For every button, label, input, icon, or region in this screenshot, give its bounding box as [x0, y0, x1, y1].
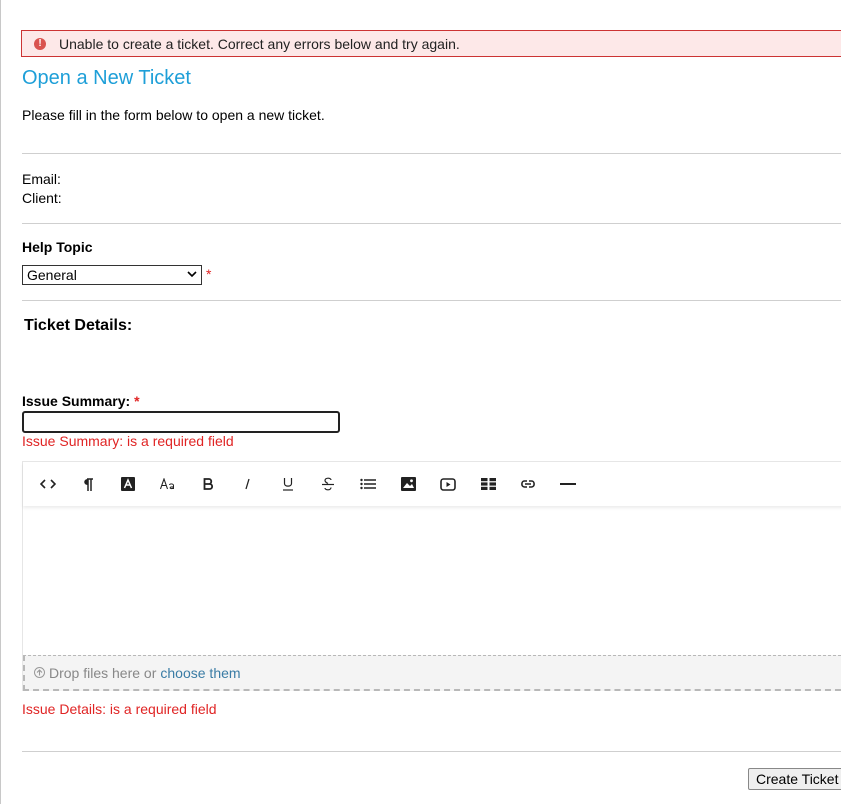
client-label: Client:	[22, 190, 62, 206]
alert-circle-icon: !	[34, 37, 46, 50]
issue-details-error: Issue Details: is a required field	[22, 701, 217, 717]
page-left-border	[0, 0, 1, 804]
underline-icon[interactable]	[268, 462, 308, 506]
required-mark: *	[206, 266, 212, 282]
dropzone-text: Drop files here or	[49, 664, 157, 681]
issue-summary-error: Issue Summary: is a required field	[22, 433, 234, 449]
strikethrough-icon[interactable]	[308, 462, 348, 506]
issue-details-editor[interactable]: Drop files here or choose them	[22, 461, 841, 691]
ticket-details-heading: Ticket Details:	[24, 317, 133, 334]
list-icon[interactable]	[348, 462, 388, 506]
issue-summary-label: Issue Summary: *	[22, 393, 140, 409]
page-title: Open a New Ticket	[22, 67, 191, 89]
divider	[22, 153, 841, 154]
upload-arrow-icon	[34, 667, 45, 678]
page-intro: Please fill in the form below to open a …	[22, 107, 325, 123]
issue-summary-label-text: Issue Summary:	[22, 393, 131, 409]
divider	[22, 223, 841, 224]
help-topic-select[interactable]: General	[22, 265, 202, 285]
italic-icon[interactable]	[228, 462, 268, 506]
chevron-down-icon	[187, 270, 197, 281]
editor-toolbar	[23, 462, 841, 506]
horizontal-rule-icon[interactable]	[548, 462, 588, 506]
text-color-icon[interactable]	[108, 462, 148, 506]
choose-files-link[interactable]: choose them	[160, 665, 240, 681]
file-dropzone[interactable]: Drop files here or choose them	[23, 655, 841, 691]
issue-summary-input[interactable]	[22, 411, 340, 433]
image-icon[interactable]	[388, 462, 428, 506]
email-label: Email:	[22, 171, 61, 187]
error-banner-message: Unable to create a ticket. Correct any e…	[59, 35, 460, 52]
link-icon[interactable]	[508, 462, 548, 506]
divider	[22, 751, 841, 752]
help-topic-selected-value: General	[27, 267, 77, 283]
video-icon[interactable]	[428, 462, 468, 506]
table-icon[interactable]	[468, 462, 508, 506]
create-ticket-button[interactable]: Create Ticket	[748, 768, 841, 790]
required-mark: *	[134, 393, 140, 409]
help-topic-label: Help Topic	[22, 239, 93, 255]
divider	[22, 300, 841, 301]
code-view-icon[interactable]	[28, 462, 68, 506]
error-banner: ! Unable to create a ticket. Correct any…	[21, 30, 841, 57]
paragraph-icon[interactable]	[68, 462, 108, 506]
bold-icon[interactable]	[188, 462, 228, 506]
font-size-icon[interactable]	[148, 462, 188, 506]
